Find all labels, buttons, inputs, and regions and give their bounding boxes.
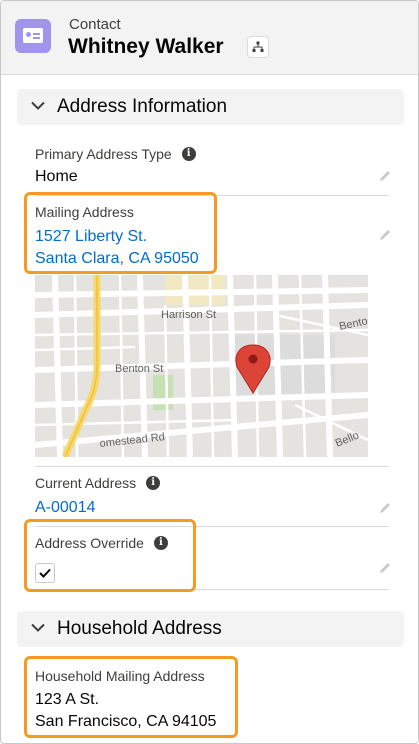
- record-panel: Contact Whitney Walker Address Informati…: [0, 0, 419, 744]
- pencil-icon[interactable]: [378, 169, 392, 183]
- field-primary-address-type: Primary Address Type i Home: [35, 146, 389, 186]
- section-title: Household Address: [57, 618, 222, 639]
- field-divider: [35, 466, 389, 467]
- section-title: Address Information: [57, 96, 228, 117]
- address-map[interactable]: Harrison St Benton St Bento omestead Rd …: [35, 275, 368, 457]
- highlight-box: [24, 519, 196, 592]
- section-header-address-information[interactable]: Address Information: [17, 89, 404, 125]
- map-street-label: Harrison St: [161, 309, 216, 321]
- record-header: Contact Whitney Walker: [1, 1, 418, 75]
- pencil-icon[interactable]: [378, 501, 392, 515]
- pencil-icon[interactable]: [378, 561, 392, 575]
- chevron-down-icon: [31, 101, 45, 110]
- current-address-link[interactable]: A-00014: [35, 499, 389, 517]
- info-icon[interactable]: i: [146, 476, 161, 490]
- field-label: Current Address: [35, 475, 137, 491]
- contact-card-icon: [15, 19, 51, 53]
- pencil-icon[interactable]: [378, 228, 392, 242]
- section-header-household-address[interactable]: Household Address: [17, 611, 404, 647]
- hierarchy-button[interactable]: [247, 36, 269, 58]
- highlight-box: [24, 192, 217, 274]
- field-current-address: Current Address i A-00014: [35, 475, 389, 517]
- map-street-label: Benton St: [115, 363, 163, 375]
- info-icon[interactable]: i: [181, 147, 196, 161]
- field-value: Home: [35, 168, 78, 185]
- hierarchy-icon: [252, 41, 264, 52]
- field-label: Primary Address Type: [35, 146, 172, 162]
- highlight-box: [24, 656, 238, 738]
- record-name: Whitney Walker: [68, 35, 224, 58]
- object-type-label: Contact: [69, 16, 121, 33]
- chevron-down-icon: [31, 623, 45, 632]
